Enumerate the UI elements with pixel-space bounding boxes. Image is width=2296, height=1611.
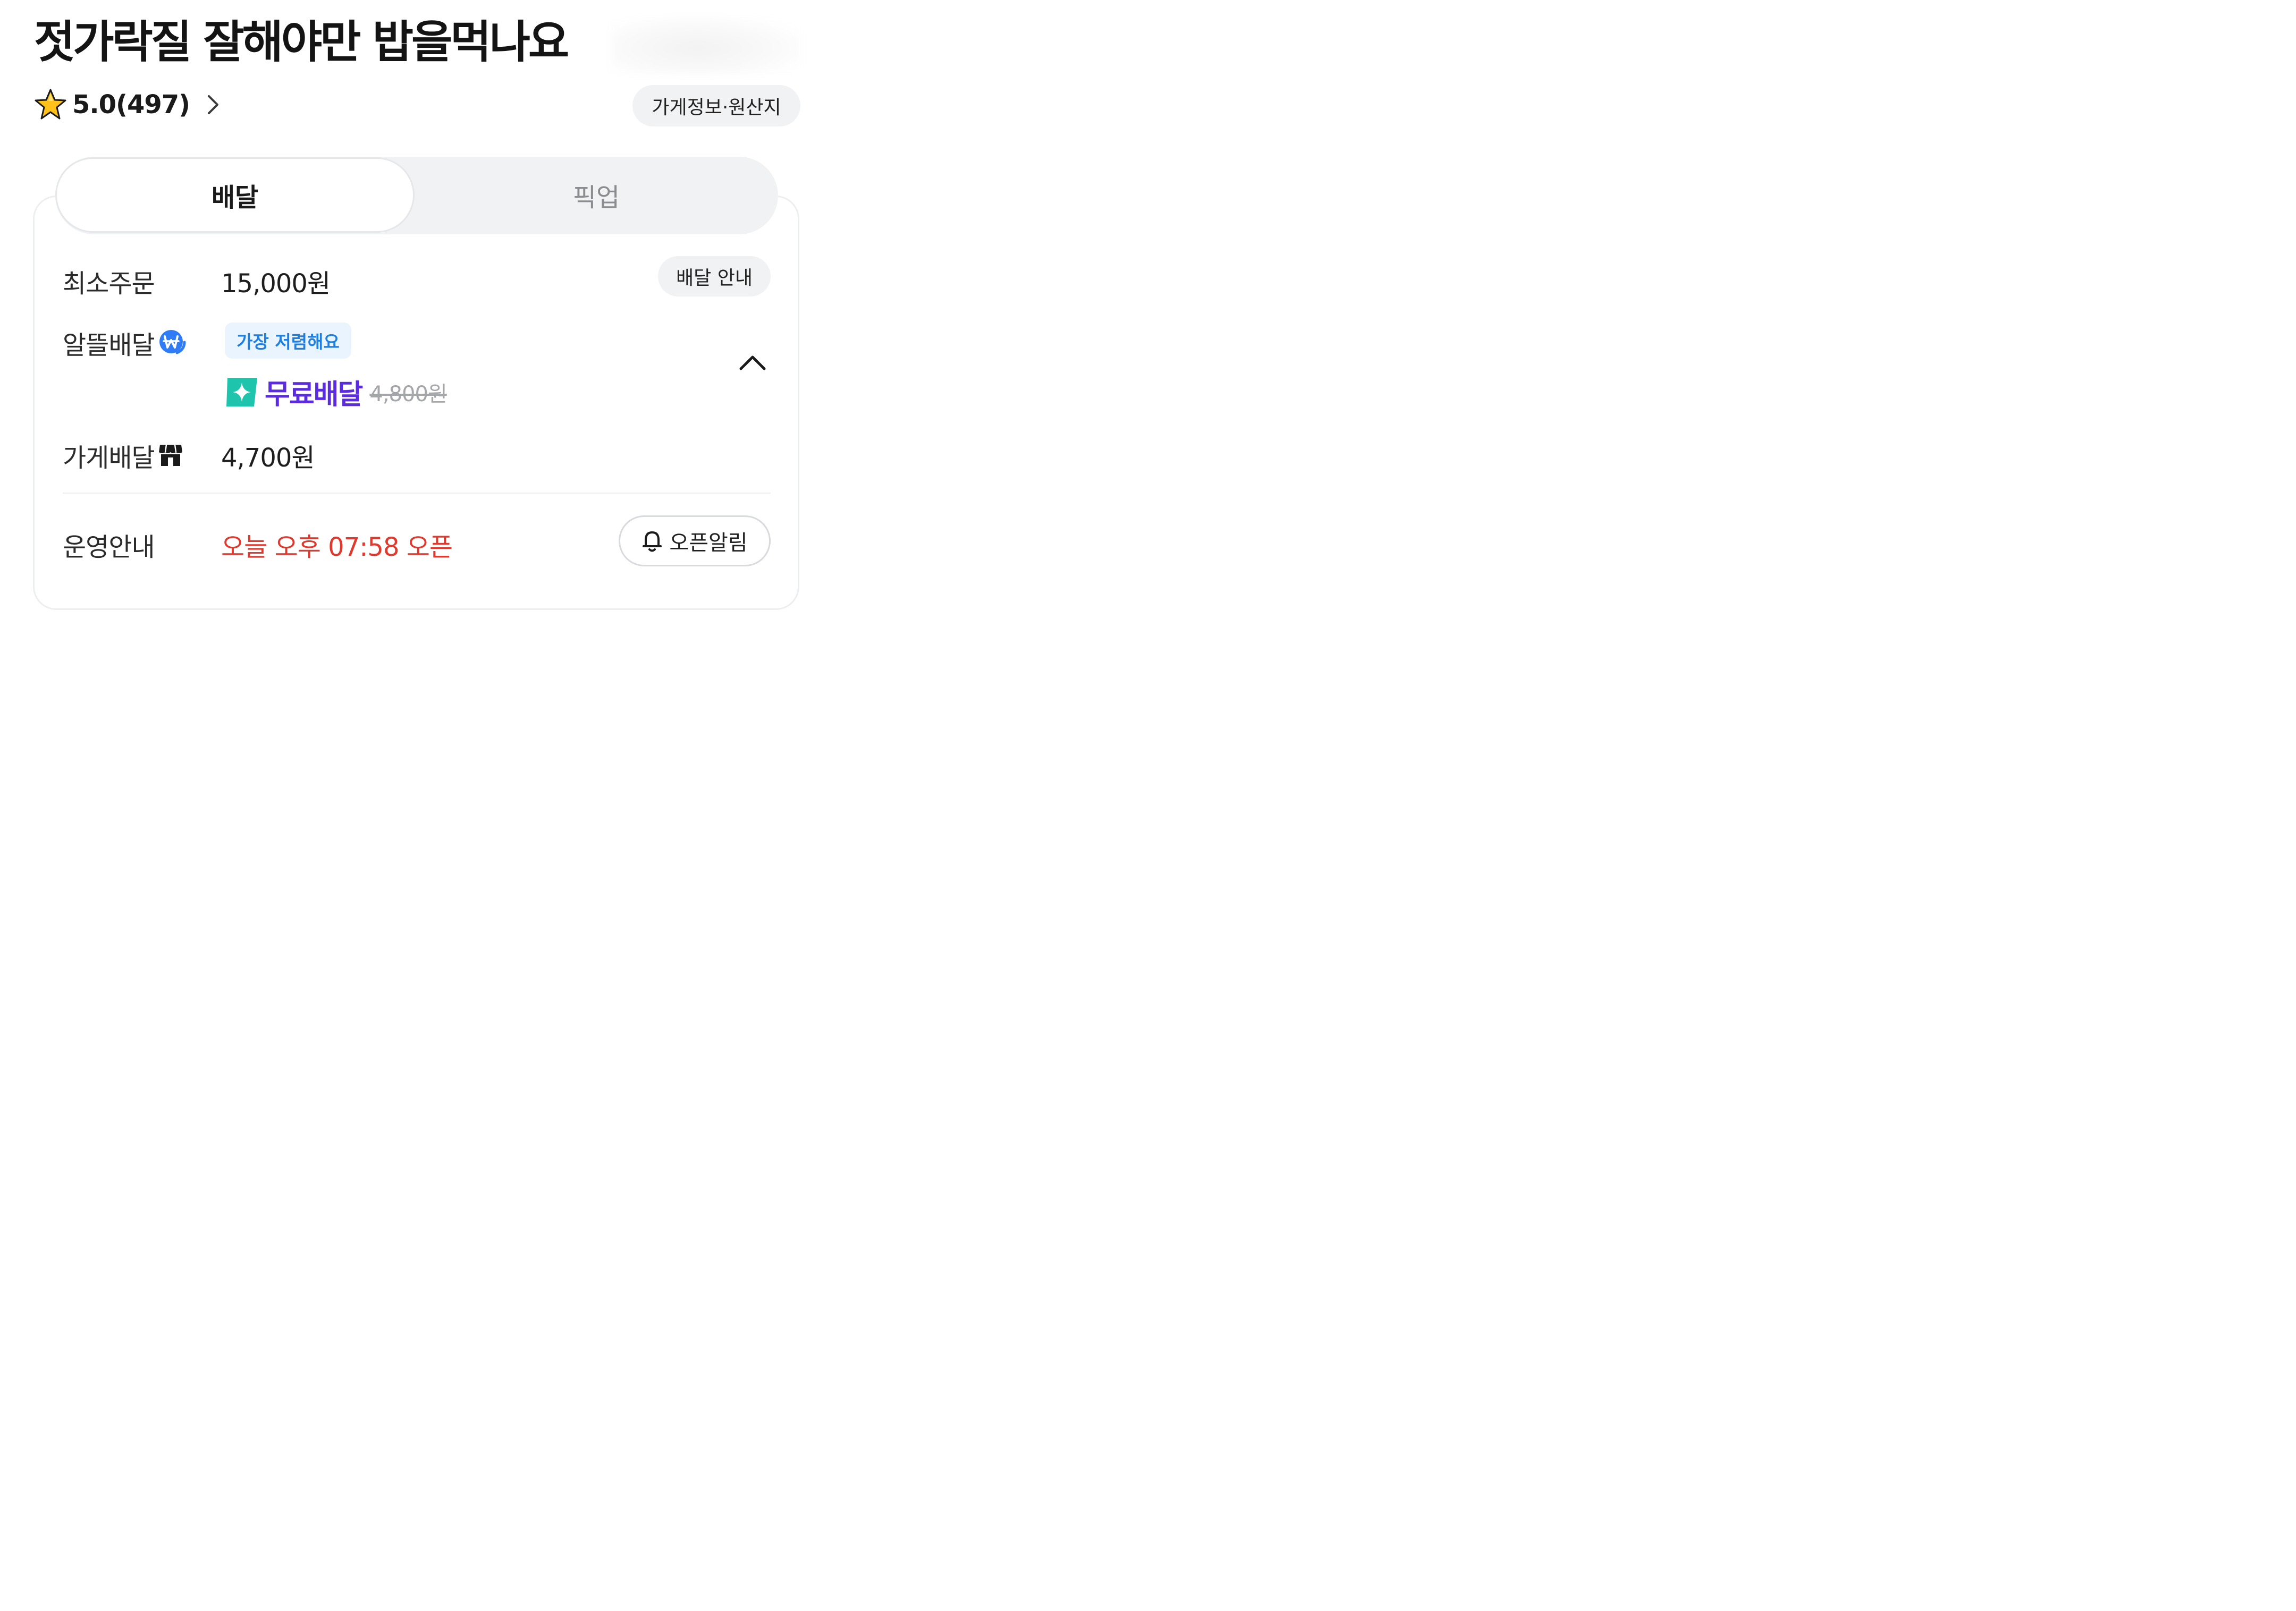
cheapest-badge: 가장 저렴해요: [225, 323, 351, 359]
redacted-area: [611, 16, 803, 74]
divider: [63, 493, 771, 494]
store-name: 젓가락질 잘해야만 밥을먹나요: [34, 16, 569, 68]
rating-value: 5.0(497): [72, 90, 190, 120]
store-delivery-label: 가게배달: [63, 437, 183, 474]
min-order-value: 15,000원: [221, 269, 331, 299]
bell-icon: [643, 531, 662, 552]
delivery-guide-button[interactable]: 배달 안내: [658, 256, 771, 296]
operation-label-text: 운영안내: [63, 532, 155, 562]
won-coin-icon: [159, 330, 186, 354]
rating-link[interactable]: 5.0(497): [34, 88, 220, 121]
operation-label: 운영안내: [63, 526, 155, 563]
sparkle-icon: [226, 377, 257, 406]
free-delivery-row: 무료배달 4,800원: [226, 372, 448, 412]
open-alert-button[interactable]: 오픈알림: [619, 515, 771, 566]
original-delivery-fee: 4,800원: [369, 381, 447, 406]
tab-delivery[interactable]: 배달: [55, 157, 415, 233]
open-status: 오늘 오후 07:58 오픈: [221, 532, 453, 562]
tab-pickup[interactable]: 픽업: [415, 157, 778, 233]
star-icon: [34, 88, 67, 121]
saver-delivery-label-text: 알뜰배달: [63, 330, 155, 360]
min-order-label-text: 최소주문: [63, 269, 155, 299]
store-icon: [158, 444, 182, 466]
open-alert-label: 오픈알림: [669, 531, 748, 555]
chevron-right-icon: [208, 95, 219, 114]
free-delivery-label: 무료배달: [265, 379, 363, 411]
saver-delivery-label: 알뜰배달: [63, 324, 187, 361]
min-order-label: 최소주문: [63, 262, 155, 300]
store-delivery-label-text: 가게배달: [63, 443, 155, 473]
store-info-button[interactable]: 가게정보·원산지: [632, 85, 800, 126]
store-delivery-fee: 4,700원: [221, 443, 315, 473]
chevron-up-icon[interactable]: [738, 353, 767, 372]
